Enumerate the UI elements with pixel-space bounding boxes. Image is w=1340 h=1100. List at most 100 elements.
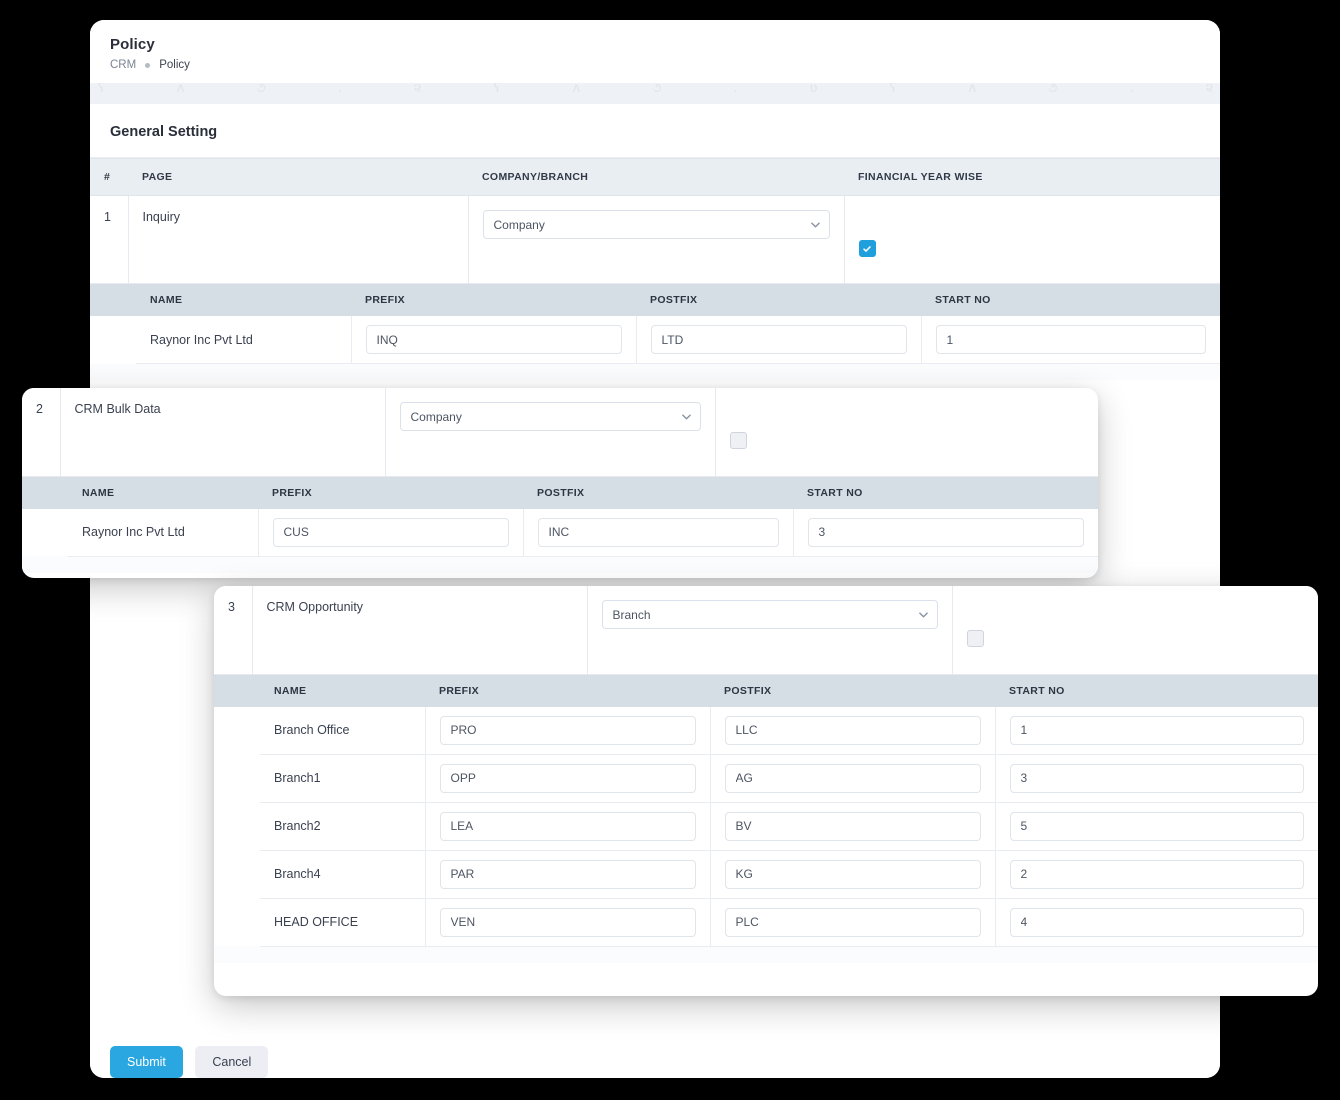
prefix-table-header: NAME PREFIX POSTFIX START NO — [22, 477, 1098, 509]
start-no-input[interactable] — [808, 518, 1085, 547]
entry-prefix-cell — [425, 802, 710, 850]
postfix-input[interactable] — [725, 764, 981, 793]
breadcrumb-root[interactable]: CRM — [110, 59, 136, 71]
start-no-input[interactable] — [1010, 860, 1305, 889]
prefix-table-header-row: NAME PREFIX POSTFIX START NO — [90, 284, 1220, 316]
scope-select[interactable]: Company — [400, 402, 701, 431]
policy-table-row2-body: 2 CRM Bulk Data Company — [22, 388, 1098, 476]
prefix-input[interactable] — [440, 908, 696, 937]
start-no-input[interactable] — [1010, 764, 1305, 793]
prefix-table-header-row: NAME PREFIX POSTFIX START NO — [22, 477, 1098, 509]
chevron-down-icon — [682, 412, 691, 421]
entry-postfix-cell — [523, 509, 793, 557]
inner-column-header-prefix: PREFIX — [425, 675, 710, 707]
entry-startno-cell — [995, 707, 1318, 755]
postfix-input[interactable] — [725, 908, 981, 937]
screenshot-stage: Policy CRM Policy ʕ ʌ ૭ . ૨ ʕ ʌ ૭ . ʋ ʕ … — [0, 0, 1340, 1100]
start-no-input[interactable] — [1010, 812, 1305, 841]
inner-column-header-prefix: PREFIX — [258, 477, 523, 509]
table-row: 1 Inquiry Company — [90, 196, 1220, 284]
chevron-down-icon — [811, 220, 820, 229]
entry-prefix-cell — [425, 898, 710, 946]
entry-prefix-cell — [425, 707, 710, 755]
row-fy-cell — [844, 196, 1220, 284]
row-fy-cell — [715, 388, 1098, 476]
policy-table-header-row: # PAGE COMPANY/BRANCH FINANCIAL YEAR WIS… — [90, 159, 1220, 196]
prefix-input[interactable] — [440, 716, 696, 745]
page-title: Policy — [110, 36, 1200, 53]
financial-year-wise-checkbox[interactable] — [859, 240, 876, 257]
row-page: CRM Bulk Data — [60, 388, 385, 476]
breadcrumb-current: Policy — [159, 59, 190, 71]
prefix-table-header: NAME PREFIX POSTFIX START NO — [90, 284, 1220, 316]
prefix-table-body: Branch OfficeBranch1Branch2Branch4HEAD O… — [214, 707, 1318, 947]
inner-table-footer — [214, 947, 1318, 963]
postfix-input[interactable] — [651, 325, 907, 354]
row-page: Inquiry — [128, 196, 468, 284]
inner-column-header-postfix: POSTFIX — [523, 477, 793, 509]
policy-table: # PAGE COMPANY/BRANCH FINANCIAL YEAR WIS… — [90, 158, 1220, 284]
policy-table-row2: 2 CRM Bulk Data Company — [22, 388, 1098, 477]
table-row: 3 CRM Opportunity Branch — [214, 586, 1318, 674]
prefix-input[interactable] — [440, 764, 696, 793]
entry-startno-cell — [995, 898, 1318, 946]
inner-column-header-postfix: POSTFIX — [710, 675, 995, 707]
table-row: Branch1 — [214, 754, 1318, 802]
table-row: Branch2 — [214, 802, 1318, 850]
row-page: CRM Opportunity — [252, 586, 587, 674]
financial-year-wise-checkbox[interactable] — [730, 432, 747, 449]
entry-prefix-cell — [351, 316, 636, 364]
fy-checkbox-wrap — [730, 402, 1085, 452]
chevron-down-icon — [919, 610, 928, 619]
entry-postfix-cell — [710, 707, 995, 755]
breadcrumb: CRM Policy — [110, 59, 1200, 71]
postfix-input[interactable] — [538, 518, 779, 547]
inner-gutter — [90, 284, 136, 316]
policy-table-header: # PAGE COMPANY/BRANCH FINANCIAL YEAR WIS… — [90, 159, 1220, 196]
watermark-strip: ʕ ʌ ૭ . ૨ ʕ ʌ ૭ . ʋ ʕ ʌ ૭ . ૨ ʕ ʌ ૭ . ʋ … — [90, 83, 1220, 104]
cancel-button[interactable]: Cancel — [195, 1046, 268, 1078]
crm-opportunity-panel: 3 CRM Opportunity Branch — [214, 586, 1318, 996]
inner-gutter-cell — [214, 754, 260, 802]
scope-select-value: Company — [494, 218, 545, 232]
scope-select[interactable]: Branch — [602, 600, 938, 629]
prefix-table-header: NAME PREFIX POSTFIX START NO — [214, 675, 1318, 707]
entry-name: Raynor Inc Pvt Ltd — [136, 316, 351, 364]
scope-select-value: Company — [411, 410, 462, 424]
prefix-input[interactable] — [366, 325, 622, 354]
policy-table-body: 1 Inquiry Company — [90, 196, 1220, 284]
watermark-text: ʕ ʌ ૭ . ૨ ʕ ʌ ૭ . ʋ ʕ ʌ ૭ . ૨ ʕ ʌ ૭ . ʋ … — [98, 83, 1220, 96]
scope-select[interactable]: Company — [483, 210, 830, 239]
postfix-input[interactable] — [725, 716, 981, 745]
postfix-input[interactable] — [725, 812, 981, 841]
inner-column-header-startno: START NO — [793, 477, 1098, 509]
entry-postfix-cell — [710, 802, 995, 850]
entry-name: Branch4 — [260, 850, 425, 898]
row-scope-cell: Branch — [587, 586, 952, 674]
inner-gutter-cell — [214, 850, 260, 898]
row-index: 3 — [214, 586, 252, 674]
prefix-input[interactable] — [273, 518, 509, 547]
inner-table-footer — [22, 557, 1098, 573]
prefix-table: NAME PREFIX POSTFIX START NO Branch Offi… — [214, 675, 1318, 947]
inner-gutter-cell — [214, 707, 260, 755]
inner-table-footer — [90, 364, 1220, 380]
entry-startno-cell — [995, 754, 1318, 802]
entry-postfix-cell — [710, 898, 995, 946]
start-no-input[interactable] — [1010, 908, 1305, 937]
entry-postfix-cell — [636, 316, 921, 364]
policy-table-row3: 3 CRM Opportunity Branch — [214, 586, 1318, 675]
financial-year-wise-checkbox[interactable] — [967, 630, 984, 647]
crm-bulk-data-panel: 2 CRM Bulk Data Company — [22, 388, 1098, 578]
inner-gutter-cell — [214, 898, 260, 946]
submit-button[interactable]: Submit — [110, 1046, 183, 1078]
entry-name: HEAD OFFICE — [260, 898, 425, 946]
start-no-input[interactable] — [936, 325, 1207, 354]
entry-prefix-cell — [258, 509, 523, 557]
postfix-input[interactable] — [725, 860, 981, 889]
inner-column-header-startno: START NO — [995, 675, 1318, 707]
start-no-input[interactable] — [1010, 716, 1305, 745]
entry-startno-cell — [995, 802, 1318, 850]
prefix-input[interactable] — [440, 860, 696, 889]
prefix-input[interactable] — [440, 812, 696, 841]
